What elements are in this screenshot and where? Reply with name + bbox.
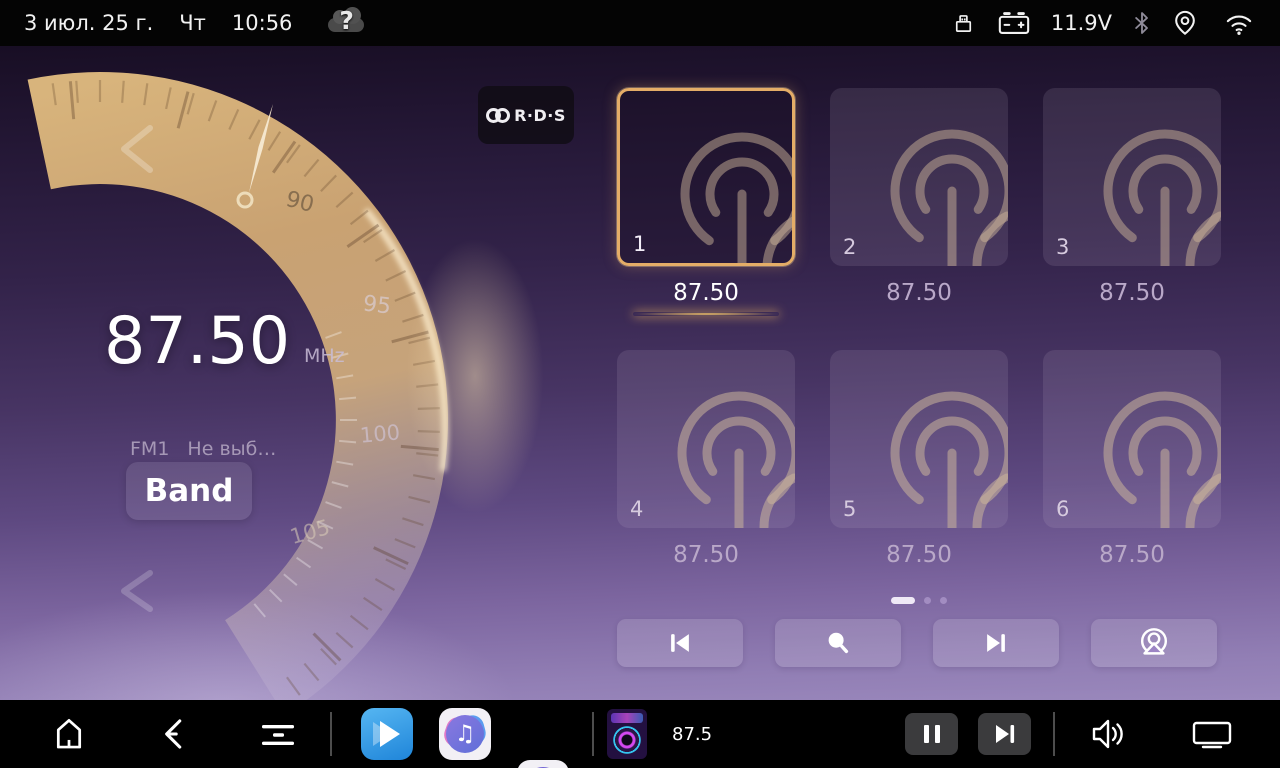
- pause-button[interactable]: [905, 713, 958, 755]
- antenna-broadcast-icon: [1043, 88, 1221, 266]
- back-button[interactable]: [156, 715, 194, 753]
- dial-glow: [380, 186, 570, 566]
- display-icon: [1190, 720, 1234, 750]
- preset-grid: 1 87.50 2 87.50: [617, 88, 1221, 612]
- location-icon: [1172, 9, 1198, 37]
- preset-5[interactable]: 5 87.50: [830, 350, 1008, 612]
- skip-next-icon: [980, 627, 1012, 659]
- battery-voltage: 11.9V: [1051, 11, 1112, 35]
- frequency-readout: 87.50 MHz: [104, 304, 404, 379]
- music-note-icon: ♫: [455, 723, 476, 746]
- rds-label: R·D·S: [514, 106, 566, 125]
- antenna-broadcast-icon: [830, 350, 1008, 528]
- voice-app-icon[interactable]: [517, 760, 569, 768]
- preset-2[interactable]: 2 87.50: [830, 88, 1008, 350]
- status-bar: 3 июл. 25 г. Чт 10:56 ?: [0, 0, 1280, 46]
- preset-page-indicator: [617, 597, 1221, 604]
- preset-number: 3: [1056, 235, 1069, 259]
- usb-icon: [950, 11, 977, 36]
- search-icon: [823, 628, 853, 658]
- station-list-button[interactable]: [1091, 619, 1217, 667]
- volume-icon: [1088, 717, 1128, 751]
- page-dot-3[interactable]: [940, 597, 947, 604]
- status-time: 10:56: [232, 11, 293, 35]
- play-icon: [373, 722, 391, 746]
- preset-number: 4: [630, 497, 643, 521]
- preset-tile[interactable]: 4: [617, 350, 795, 528]
- rds-badge: R·D·S: [478, 86, 574, 144]
- previous-station-button[interactable]: [617, 619, 743, 667]
- volume-button[interactable]: [1088, 717, 1128, 751]
- now-playing-frequency: 87.5: [672, 700, 712, 768]
- display-off-button[interactable]: [1190, 720, 1234, 750]
- separator: [330, 712, 332, 756]
- antenna-broadcast-icon: [1043, 350, 1221, 528]
- preset-frequency: 87.50: [886, 542, 952, 568]
- antenna-broadcast-icon: [617, 350, 795, 528]
- car-head-unit-screen: 3 июл. 25 г. Чт 10:56 ?: [0, 0, 1280, 768]
- preset-1[interactable]: 1 87.50: [617, 88, 795, 350]
- preset-number: 1: [633, 232, 646, 256]
- preset-tile[interactable]: 1: [617, 88, 795, 266]
- rds-rings-icon: [486, 108, 510, 123]
- weather-widget: ?: [326, 6, 370, 40]
- seek-up-chevron[interactable]: [124, 573, 150, 609]
- scan-search-button[interactable]: [775, 619, 901, 667]
- active-preset-underline: [633, 312, 779, 316]
- preset-tile[interactable]: 5: [830, 350, 1008, 528]
- frequency-unit: MHz: [304, 345, 345, 367]
- separator: [592, 712, 594, 756]
- preset-frequency: 87.50: [886, 280, 952, 306]
- separator: [1053, 712, 1055, 756]
- now-playing-album-art[interactable]: [607, 709, 647, 759]
- recents-button[interactable]: [260, 724, 296, 746]
- next-station-button[interactable]: [933, 619, 1059, 667]
- car-battery-icon: [997, 10, 1031, 36]
- recents-icon: [260, 724, 296, 746]
- tuner-controls: [617, 619, 1221, 667]
- wifi-icon: [1224, 10, 1254, 36]
- weather-unknown-symbol: ?: [339, 6, 354, 35]
- preset-tile[interactable]: 2: [830, 88, 1008, 266]
- band-name: FM1: [130, 438, 169, 460]
- band-button[interactable]: Band: [126, 462, 252, 520]
- broadcast-station-icon: [1137, 626, 1171, 660]
- preset-tile[interactable]: 3: [1043, 88, 1221, 266]
- preset-frequency: 87.50: [1099, 280, 1165, 306]
- video-player-app-icon[interactable]: [361, 708, 413, 760]
- preset-frequency: 87.50: [673, 280, 739, 306]
- home-button[interactable]: [50, 715, 88, 753]
- home-icon: [50, 715, 88, 753]
- status-weekday: Чт: [179, 11, 206, 35]
- preset-frequency: 87.50: [1099, 542, 1165, 568]
- preset-number: 6: [1056, 497, 1069, 521]
- preset-number: 2: [843, 235, 856, 259]
- music-app-icon[interactable]: ♫: [439, 708, 491, 760]
- page-dot-1[interactable]: [891, 597, 915, 604]
- preset-4[interactable]: 4 87.50: [617, 350, 795, 612]
- next-track-button[interactable]: [978, 713, 1031, 755]
- back-icon: [156, 715, 194, 753]
- skip-previous-icon: [664, 627, 696, 659]
- bottom-nav-bar: ♫ 87.5: [0, 700, 1280, 768]
- station-status: Не выб…: [187, 438, 276, 460]
- skip-next-icon: [992, 723, 1018, 745]
- preset-6[interactable]: 6 87.50: [1043, 350, 1221, 612]
- radio-app-main: 90 95 100 105 87.50 MHz FM1 Не выб… Band: [0, 46, 1280, 700]
- current-frequency: 87.50: [104, 304, 404, 379]
- band-status-row: FM1 Не выб…: [130, 438, 276, 460]
- pause-icon: [920, 723, 944, 745]
- page-dot-2[interactable]: [924, 597, 931, 604]
- preset-number: 5: [843, 497, 856, 521]
- status-date: 3 июл. 25 г.: [24, 11, 153, 35]
- preset-3[interactable]: 3 87.50: [1043, 88, 1221, 350]
- preset-tile[interactable]: 6: [1043, 350, 1221, 528]
- antenna-broadcast-icon: [830, 88, 1008, 266]
- preset-frequency: 87.50: [673, 542, 739, 568]
- bluetooth-icon: [1132, 9, 1152, 37]
